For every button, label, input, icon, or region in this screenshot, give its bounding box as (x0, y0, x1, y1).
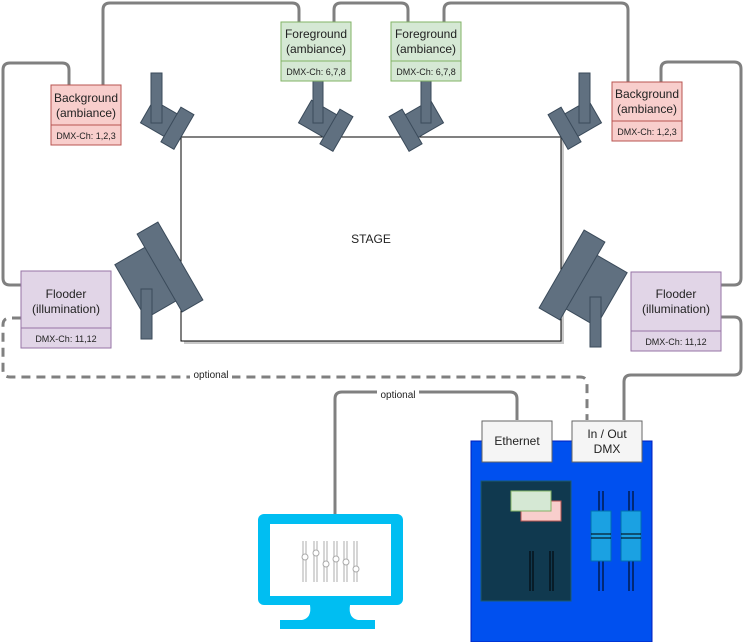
fixture-subtitle: (ambiance) (396, 42, 456, 56)
fixture-channels: DMX-Ch: 1,2,3 (56, 131, 116, 141)
fixture-flooder-right[interactable]: Flooder (illumination) DMX-Ch: 11,12 (630, 271, 722, 352)
fixture-subtitle: (ambiance) (286, 42, 346, 56)
stage: STAGE (180, 136, 564, 344)
wire-fg1-to-fg2 (332, 1, 410, 22)
ethernet-port-label: Ethernet (494, 434, 540, 448)
fixture-channels: DMX-Ch: 1,2,3 (617, 127, 677, 137)
fixture-foreground-2[interactable]: Foreground (ambiance) DMX-Ch: 6,7,8 (390, 21, 462, 82)
fixture-title: Foreground (285, 27, 347, 41)
wire-bg-left-to-fg1 (101, 1, 301, 85)
fixture-channels: DMX-Ch: 11,12 (35, 334, 96, 344)
optional-ethernet-label: optional (380, 390, 415, 401)
fixture-title: Foreground (395, 27, 457, 41)
fixture-background-left[interactable]: Background (ambiance) DMX-Ch: 1,2,3 (50, 84, 122, 146)
fixture-channels: DMX-Ch: 6,7,8 (286, 67, 346, 77)
computer-monitor-icon[interactable] (258, 514, 403, 629)
dmx-port-label-line1: In / Out (587, 427, 627, 441)
fader-icon[interactable] (620, 510, 642, 562)
dmx-controller[interactable] (470, 440, 653, 642)
fader-icon[interactable] (590, 510, 612, 562)
fixture-subtitle: (ambiance) (617, 102, 677, 116)
dmx-port[interactable]: In / Out DMX (571, 420, 643, 463)
fixture-channels: DMX-Ch: 11,12 (645, 337, 706, 347)
fixture-subtitle: (illumination) (642, 302, 710, 316)
fixture-flooder-left[interactable]: Flooder (illumination) DMX-Ch: 11,12 (20, 270, 112, 349)
ethernet-port[interactable]: Ethernet (481, 420, 553, 463)
fixture-title: Flooder (46, 287, 87, 301)
dmx-port-label-line2: DMX (594, 442, 621, 456)
optional-dmx-label: optional (193, 370, 228, 381)
fixture-background-right[interactable]: Background (ambiance) DMX-Ch: 1,2,3 (611, 81, 683, 142)
fixture-subtitle: (illumination) (32, 302, 100, 316)
fixture-title: Background (615, 87, 679, 101)
fixture-subtitle: (ambiance) (56, 106, 116, 120)
wire-fg2-to-bg-right (442, 1, 630, 82)
fixture-channels: DMX-Ch: 6,7,8 (396, 67, 456, 77)
stage-label: STAGE (351, 232, 391, 246)
fixture-title: Background (54, 91, 118, 105)
fixture-title: Flooder (656, 287, 697, 301)
stage-lighting-diagram: optional optional STAGE Background (ambi… (1, 1, 743, 642)
fixture-foreground-1[interactable]: Foreground (ambiance) DMX-Ch: 6,7,8 (280, 21, 352, 82)
